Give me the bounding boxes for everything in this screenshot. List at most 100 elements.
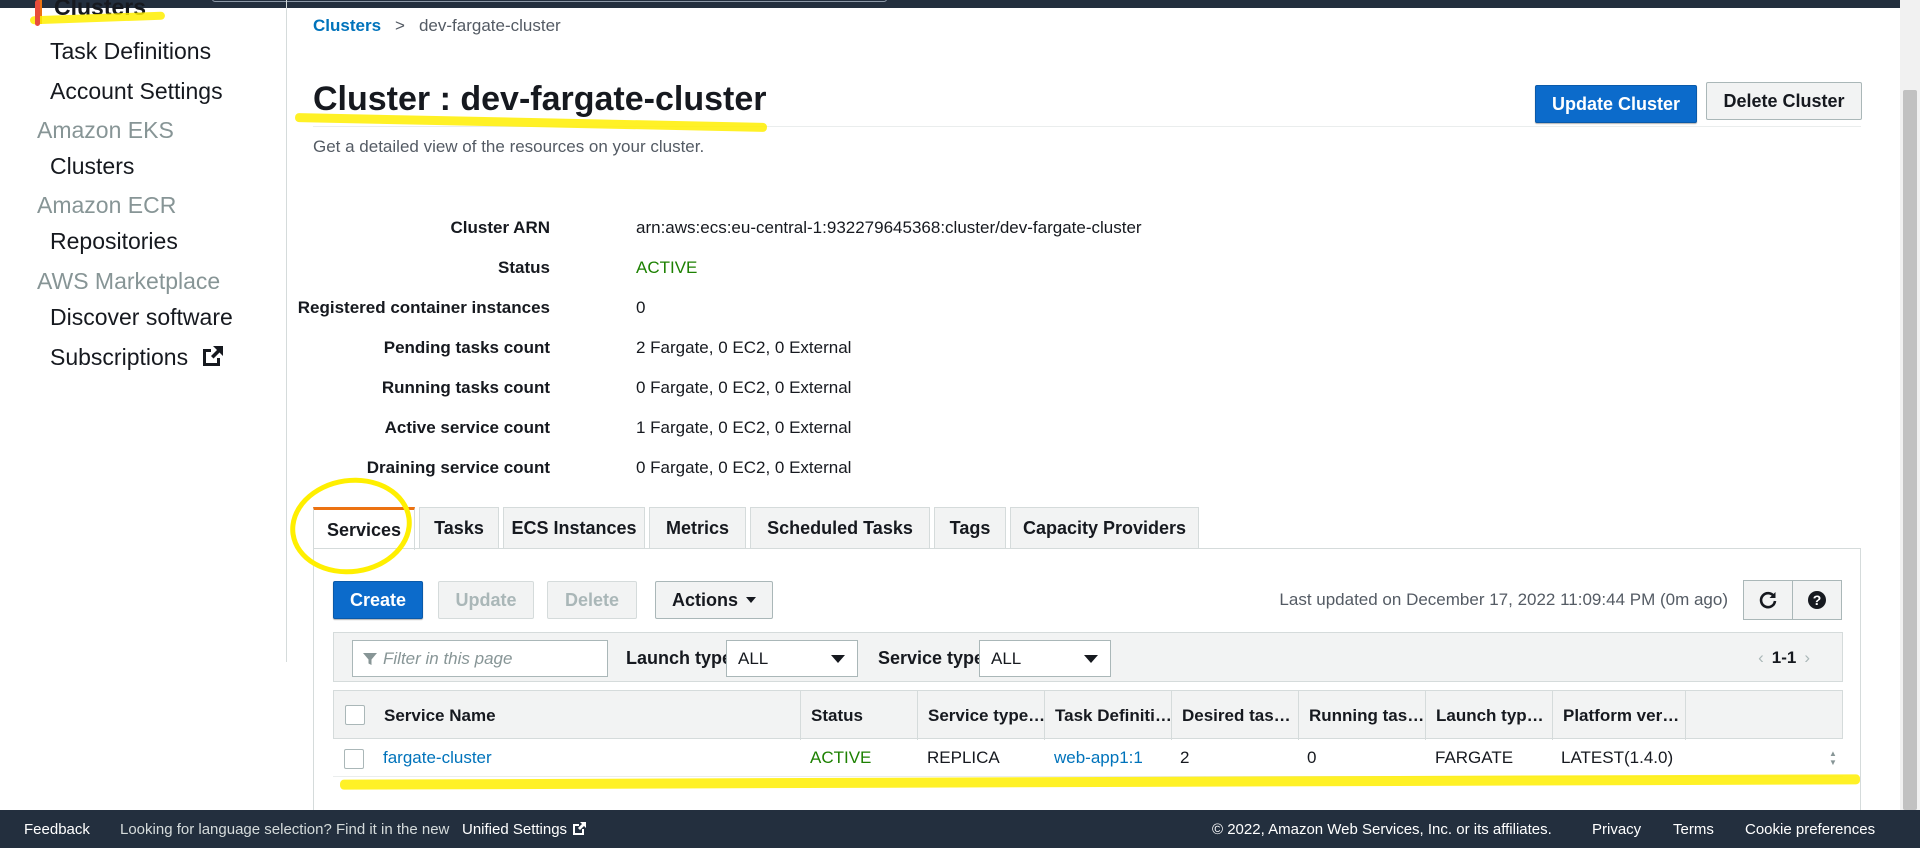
caret-down-icon [831, 655, 845, 663]
refresh-button[interactable] [1743, 580, 1793, 620]
sidebar-item-task-definitions[interactable]: Task Definitions [50, 38, 211, 65]
funnel-icon [363, 652, 377, 665]
service-name-link[interactable]: fargate-cluster [383, 748, 492, 768]
col-status[interactable]: Status [801, 691, 918, 740]
detail-pending-tasks: Pending tasks count 2 Fargate, 0 EC2, 0 … [313, 338, 1513, 368]
sidebar: Clusters Task Definitions Account Settin… [0, 0, 287, 662]
actions-dropdown[interactable]: Actions [655, 581, 773, 619]
sidebar-header-marketplace: AWS Marketplace [37, 268, 221, 294]
breadcrumb-current: dev-fargate-cluster [418, 16, 561, 35]
tab-tasks[interactable]: Tasks [419, 507, 499, 549]
sidebar-item-account-settings[interactable]: Account Settings [50, 78, 223, 105]
detail-value: 1 Fargate, 0 EC2, 0 External [636, 418, 852, 437]
detail-label: Registered container instances [297, 298, 550, 317]
task-definition-link[interactable]: web-app1:1 [1054, 748, 1143, 768]
status-badge: ACTIVE [636, 258, 698, 277]
col-task-definition[interactable]: Task Definiti… [1045, 691, 1172, 740]
next-page-icon[interactable]: › [1804, 648, 1810, 667]
global-search-input[interactable] [212, 0, 887, 2]
detail-registered-instances: Registered container instances 0 [298, 298, 1513, 328]
launch-type-label: Launch type [626, 648, 733, 668]
sidebar-item-eks-clusters[interactable]: Clusters [50, 153, 134, 180]
col-service-type[interactable]: Service type… [918, 691, 1045, 740]
svg-text:?: ? [1813, 592, 1822, 608]
page-subtitle: Get a detailed view of the resources on … [313, 137, 705, 156]
tab-metrics[interactable]: Metrics [649, 507, 746, 549]
detail-label: Cluster ARN [450, 218, 551, 237]
table-row: fargate-cluster ACTIVE REPLICA web-app1:… [333, 739, 1843, 777]
detail-label: Active service count [384, 418, 550, 437]
breadcrumb-separator: > [395, 16, 405, 35]
detail-value: 0 Fargate, 0 EC2, 0 External [636, 378, 852, 397]
tab-ecs-instances[interactable]: ECS Instances [503, 507, 645, 549]
privacy-link[interactable]: Privacy [1592, 821, 1641, 838]
row-checkbox[interactable] [344, 749, 364, 769]
select-all-checkbox[interactable] [345, 705, 365, 725]
last-updated-text: Last updated on December 17, 2022 11:09:… [1279, 590, 1728, 609]
detail-label: Draining service count [366, 458, 550, 477]
sidebar-header-ecr: Amazon ECR [37, 192, 177, 218]
col-platform-version[interactable]: Platform ver… [1553, 691, 1686, 740]
caret-down-icon [1084, 655, 1098, 663]
delete-service-button[interactable]: Delete [547, 581, 637, 619]
launch-type-select[interactable]: ALL [726, 640, 858, 677]
prev-page-icon[interactable]: ‹ [1758, 648, 1764, 667]
create-service-button[interactable]: Create [333, 581, 423, 619]
service-status: ACTIVE [810, 748, 872, 767]
service-type-select[interactable]: ALL [979, 640, 1111, 677]
tab-scheduled-tasks[interactable]: Scheduled Tasks [750, 507, 930, 549]
breadcrumb-clusters-link[interactable]: Clusters [313, 16, 381, 35]
detail-value: 2 Fargate, 0 EC2, 0 External [636, 338, 852, 357]
table-scrollbar[interactable]: ▲ ▼ [1823, 739, 1843, 777]
running-tasks: 0 [1307, 748, 1317, 767]
pagination: ‹ 1-1 › [1750, 648, 1818, 668]
col-running-tasks[interactable]: Running tas… [1299, 691, 1426, 740]
detail-draining-services: Draining service count 0 Fargate, 0 EC2,… [313, 458, 1513, 488]
detail-label: Status [498, 258, 550, 277]
terms-link[interactable]: Terms [1673, 821, 1714, 838]
page-range: 1-1 [1771, 648, 1797, 667]
feedback-link[interactable]: Feedback [24, 821, 90, 838]
detail-label: Pending tasks count [383, 338, 550, 357]
sidebar-item-repositories[interactable]: Repositories [50, 228, 178, 255]
page-scrollbar[interactable] [1900, 0, 1920, 810]
filter-input[interactable]: Filter in this page [352, 640, 608, 677]
col-desired-tasks[interactable]: Desired tas… [1172, 691, 1299, 740]
actions-label: Actions [671, 589, 738, 610]
sidebar-item-discover-software[interactable]: Discover software [50, 304, 233, 331]
filter-bar: Filter in this page Launch type ALL Serv… [333, 632, 1843, 682]
service-type: REPLICA [927, 748, 1000, 767]
external-link-icon [203, 346, 224, 366]
detail-value: arn:aws:ecs:eu-central-1:932279645368:cl… [636, 218, 1142, 237]
update-service-button[interactable]: Update [438, 581, 534, 619]
cookie-preferences-link[interactable]: Cookie preferences [1745, 821, 1875, 838]
launch-type: FARGATE [1435, 748, 1514, 767]
platform-version: LATEST(1.4.0) [1561, 748, 1674, 767]
detail-label: Running tasks count [381, 378, 550, 397]
desired-tasks: 2 [1180, 748, 1190, 767]
table-header: Service Name Status Service type… Task D… [333, 690, 1843, 740]
update-cluster-button[interactable]: Update Cluster [1535, 85, 1697, 123]
scrollbar-thumb[interactable] [1903, 90, 1917, 810]
detail-cluster-arn: Cluster ARN arn:aws:ecs:eu-central-1:932… [313, 218, 1513, 248]
filter-placeholder: Filter in this page [383, 648, 513, 668]
sidebar-item-label: Subscriptions [50, 344, 189, 370]
copyright-text: © 2022, Amazon Web Services, Inc. or its… [1212, 821, 1552, 838]
launch-type-value: ALL [738, 648, 769, 668]
service-type-value: ALL [991, 648, 1022, 668]
unified-settings-link[interactable]: Unified Settings [462, 821, 587, 838]
sidebar-header-eks: Amazon EKS [37, 117, 174, 143]
footer: Feedback Looking for language selection?… [0, 810, 1920, 848]
sidebar-item-subscriptions[interactable]: Subscriptions [50, 344, 224, 371]
refresh-icon [1759, 591, 1777, 609]
delete-cluster-button[interactable]: Delete Cluster [1706, 82, 1862, 120]
help-icon: ? [1808, 591, 1826, 609]
detail-active-services: Active service count 1 Fargate, 0 EC2, 0… [313, 418, 1513, 448]
caret-down-icon [746, 597, 756, 603]
tab-tags[interactable]: Tags [934, 507, 1006, 549]
col-launch-type[interactable]: Launch typ… [1426, 691, 1553, 740]
help-button[interactable]: ? [1792, 580, 1842, 620]
tab-capacity-providers[interactable]: Capacity Providers [1010, 507, 1199, 549]
detail-running-tasks: Running tasks count 0 Fargate, 0 EC2, 0 … [313, 378, 1513, 408]
col-service-name[interactable]: Service Name [374, 691, 801, 740]
